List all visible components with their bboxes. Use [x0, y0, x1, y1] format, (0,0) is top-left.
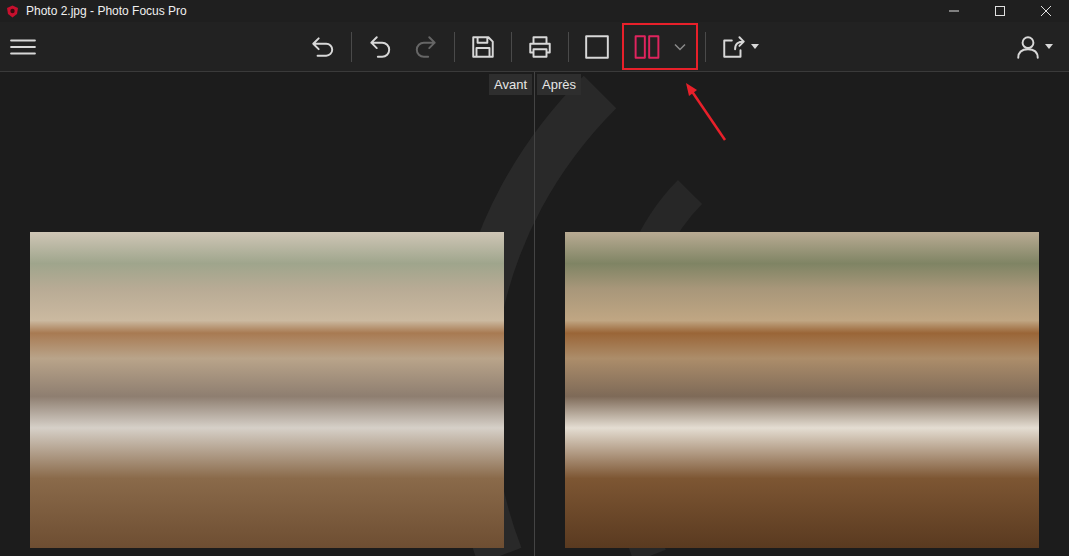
minimize-button[interactable] — [931, 0, 977, 22]
undo-button[interactable] — [359, 27, 401, 67]
user-icon — [1015, 34, 1041, 60]
print-icon — [527, 34, 553, 60]
single-view-icon — [584, 34, 610, 60]
app-window: Photo 2.jpg - Photo Focus Pro Avant Aprè… — [0, 0, 1069, 556]
window-title: Photo 2.jpg - Photo Focus Pro — [26, 4, 187, 18]
toolbar-separator — [705, 32, 706, 62]
caret-down-icon[interactable] — [1045, 44, 1053, 49]
redo-button — [405, 27, 447, 67]
before-label: Avant — [489, 74, 532, 95]
toolbar-separator — [511, 32, 512, 62]
menu-icon — [10, 34, 36, 60]
toolbar — [0, 22, 1069, 72]
toolbar-separator — [351, 32, 352, 62]
maximize-icon — [995, 6, 1005, 16]
user-button[interactable] — [1007, 27, 1061, 67]
chevron-down-icon[interactable] — [674, 43, 686, 51]
save-icon — [470, 34, 496, 60]
split-view-button[interactable] — [622, 23, 698, 70]
maximize-button[interactable] — [977, 0, 1023, 22]
undo-icon — [367, 34, 393, 60]
share-button[interactable] — [713, 27, 767, 67]
toolbar-separator — [454, 32, 455, 62]
close-button[interactable] — [1023, 0, 1069, 22]
redo-icon — [413, 34, 439, 60]
before-panel: Avant — [0, 72, 534, 556]
app-logo-icon — [6, 5, 19, 18]
after-photo — [565, 232, 1039, 548]
split-view-icon — [634, 34, 660, 60]
split-divider[interactable] — [534, 72, 535, 556]
title-bar: Photo 2.jpg - Photo Focus Pro — [0, 0, 1069, 22]
share-icon — [721, 34, 747, 60]
menu-button[interactable] — [2, 27, 44, 67]
compare-view: Avant Après — [0, 72, 1069, 556]
after-label: Après — [537, 74, 581, 95]
close-icon — [1041, 6, 1051, 16]
single-view-button[interactable] — [576, 27, 618, 67]
toolbar-separator — [568, 32, 569, 62]
minimize-icon — [949, 6, 959, 16]
revert-icon — [310, 34, 336, 60]
print-button[interactable] — [519, 27, 561, 67]
save-button[interactable] — [462, 27, 504, 67]
caret-down-icon[interactable] — [751, 44, 759, 49]
after-panel: Après — [535, 72, 1069, 556]
revert-button[interactable] — [302, 27, 344, 67]
before-photo — [30, 232, 504, 548]
